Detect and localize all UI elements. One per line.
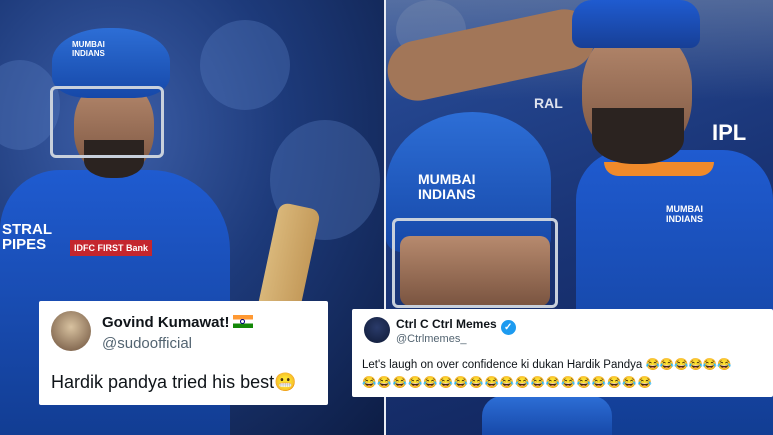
tweet-text-content: Hardik pandya tried his best — [51, 372, 275, 392]
jersey-sponsor-text: RAL — [534, 95, 563, 111]
jersey-logo: MUMBAI INDIANS — [666, 204, 704, 224]
ipl-text: IPL — [712, 120, 747, 145]
player-cap — [572, 0, 700, 48]
tweet-author-handle[interactable]: @Ctrlmemes_ — [396, 333, 466, 345]
jersey-sponsor-text: STRAL PIPES — [2, 221, 52, 253]
avatar[interactable] — [51, 311, 91, 351]
tweet-author-handle[interactable]: @sudoofficial — [102, 335, 192, 352]
grimace-emoji-icon: 😬 — [274, 372, 297, 392]
tweet-text-emojis: 😂😂😂😂😂😂😂😂😂😂😂😂😂😂😂😂😂😂😂 — [362, 377, 654, 389]
tweet-text: Hardik pandya tried his best😬 — [51, 372, 297, 393]
jersey-collar — [604, 162, 714, 176]
avatar[interactable] — [364, 317, 390, 343]
tweet-card[interactable]: Ctrl C Ctrl Memes ✓ @Ctrlmemes_ Let's lau… — [352, 309, 773, 397]
helmet — [482, 396, 612, 435]
tweet-card[interactable]: Govind Kumawat! @sudoofficial Hardik pan… — [39, 301, 328, 405]
helmet-grille — [50, 86, 164, 158]
helmet-logo: MUMBAI INDIANS — [72, 40, 105, 58]
verified-badge-icon: ✓ — [500, 320, 516, 335]
crowd-blur — [200, 20, 290, 110]
india-flag-icon — [232, 315, 253, 328]
author-name-text: Ctrl C Ctrl Memes — [396, 317, 497, 331]
helmet-grille — [392, 218, 558, 308]
tweet-text: Let's laugh on over confidence ki dukan … — [362, 359, 732, 371]
player-beard — [592, 108, 684, 164]
helmet-logo: MUMBAI INDIANS — [418, 171, 476, 202]
tweet-author-name[interactable]: Govind Kumawat! — [102, 314, 253, 331]
author-name-text: Govind Kumawat! — [102, 314, 230, 331]
sponsor-patch: IDFC FIRST Bank — [70, 240, 153, 256]
